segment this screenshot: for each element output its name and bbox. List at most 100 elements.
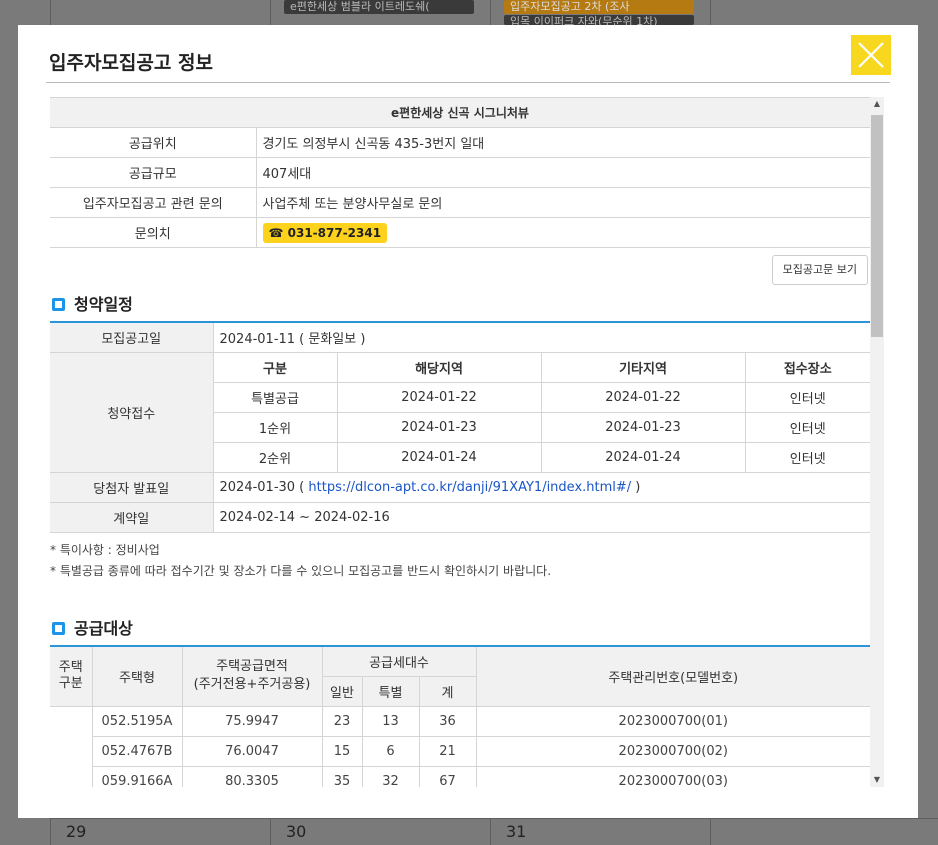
schedule-cell: 2024-01-24 <box>336 441 541 473</box>
supply-header: 주택형 <box>91 645 183 707</box>
apply-label: 청약접수 <box>50 351 214 473</box>
phone-badge[interactable]: ☎ 031-877-2341 <box>262 222 388 243</box>
announce-label: 모집공고일 <box>50 321 214 353</box>
table-row: 모집공고일 2024-01-11 ( 문화일보 ) <box>50 321 870 353</box>
schedule-cell: 2024-01-24 <box>540 441 745 473</box>
schedule-cell: 특별공급 <box>212 381 337 413</box>
winner-date: 2024-01-30 ( <box>219 479 309 495</box>
schedule-cell: 2순위 <box>212 441 337 473</box>
schedule-cell: 2024-01-23 <box>336 411 541 443</box>
schedule-col-header: 구분 <box>212 351 337 383</box>
supply-header: 주택관리번호(모델번호) <box>475 645 870 707</box>
contact-label: 문의치 <box>50 217 257 248</box>
table-row: 당첨자 발표일 2024-01-30 ( https://dlcon-apt.co… <box>50 471 870 503</box>
homepage-link[interactable]: https://dlcon-apt.co.kr/danji/91XAY1/ind… <box>308 480 631 495</box>
schedule-cell: 인터넷 <box>744 381 870 413</box>
calendar-day: 29 <box>66 822 87 841</box>
schedule-col-header: 해당지역 <box>336 351 541 383</box>
calendar-event[interactable]: 입주자모집공고 2차 (조사 <box>504 0 694 14</box>
supply-cell: 67 <box>418 765 477 787</box>
section-square-icon <box>52 298 65 311</box>
supply-header: 계 <box>418 675 476 707</box>
schedule-col-header: 접수장소 <box>744 351 870 383</box>
supply-cell: 35 <box>321 765 363 787</box>
supply-header: 주택 구분 <box>50 645 93 707</box>
info-value: 사업주체 또는 분양사무실로 문의 <box>256 187 870 218</box>
schedule-section-title: 청약일정 <box>52 291 133 315</box>
table-row: 문의치 ☎ 031-877-2341 <box>50 217 870 248</box>
supply-cell: 059.9166A <box>92 765 183 787</box>
note-warning: * 특별공급 종류에 따라 접수기간 및 장소가 다를 수 있으니 모집공고를 … <box>50 564 552 578</box>
supply-group-cell <box>50 705 93 787</box>
contract-value: 2024-02-14 ~ 2024-02-16 <box>213 501 870 533</box>
winner-label: 당첨자 발표일 <box>50 471 214 503</box>
close-icon <box>858 42 884 68</box>
supply-cell: 21 <box>418 735 477 767</box>
modal-title: 입주자모집공고 정보 <box>49 52 213 74</box>
close-button[interactable] <box>851 35 891 75</box>
supply-header: 특별 <box>361 675 420 707</box>
schedule-cell: 2024-01-23 <box>540 411 745 443</box>
supply-cell: 2023000700(02) <box>475 735 870 767</box>
schedule-table: 모집공고일 2024-01-11 ( 문화일보 ) 청약접수 구분 해당지역 기타… <box>50 321 870 533</box>
winner-value: 2024-01-30 ( https://dlcon-apt.co.kr/dan… <box>213 471 870 503</box>
supply-cell: 13 <box>361 705 420 737</box>
schedule-cell: 1순위 <box>212 411 337 443</box>
complex-info-table: e편한세상 신곡 시그니처뷰 공급위치 경기도 의정부시 신곡동 435-3번지 … <box>50 97 870 248</box>
table-row: 주택 구분 주택형 주택공급면적 (주거전용+주거공용) 공급세대수 주택관리번… <box>50 645 870 707</box>
calendar-day: 30 <box>286 822 307 841</box>
table-row: 공급위치 경기도 의정부시 신곡동 435-3번지 일대 <box>50 127 870 158</box>
table-row: 052.5195A 75.9947 23 13 36 2023000700(01) <box>50 705 870 787</box>
info-label: 입주자모집공고 관련 문의 <box>50 187 257 218</box>
complex-name: e편한세상 신곡 시그니처뷰 <box>50 97 870 128</box>
schedule-cell: 인터넷 <box>744 411 870 443</box>
schedule-cell: 2024-01-22 <box>540 381 745 413</box>
info-value: 407세대 <box>256 157 870 188</box>
schedule-cell: 2024-01-22 <box>336 381 541 413</box>
supply-cell: 052.5195A <box>91 705 183 737</box>
winner-suffix: ) <box>631 479 641 495</box>
supply-cell: 15 <box>321 735 363 767</box>
supply-cell: 75.9947 <box>181 705 323 737</box>
table-row: 입주자모집공고 관련 문의 사업주체 또는 분양사무실로 문의 <box>50 187 870 218</box>
info-value: 경기도 의정부시 신곡동 435-3번지 일대 <box>256 127 870 158</box>
supply-header: 주택공급면적 (주거전용+주거공용) <box>181 645 323 707</box>
table-row: 청약접수 구분 해당지역 기타지역 접수장소 <box>50 351 870 473</box>
table-row: 052.4767B 76.0047 15 6 21 2023000700(02) <box>50 735 870 767</box>
supply-cell: 2023000700(03) <box>475 765 870 787</box>
supply-cell: 2023000700(01) <box>475 705 870 737</box>
supply-header: 공급세대수 <box>321 645 477 677</box>
calendar-event[interactable]: 입목 이이퍼크 자와(무순위 1차) <box>504 15 694 25</box>
scroll-up-icon[interactable]: ▲ <box>870 97 884 111</box>
table-row: 공급규모 407세대 <box>50 157 870 188</box>
schedule-col-header: 기타지역 <box>540 351 745 383</box>
contract-label: 계약일 <box>50 501 214 533</box>
calendar-day: 31 <box>506 822 527 841</box>
section-title-text: 공급대상 <box>74 619 133 638</box>
info-label: 공급규모 <box>50 157 257 188</box>
supply-section-title: 공급대상 <box>52 615 133 639</box>
supply-cell: 32 <box>361 765 420 787</box>
section-square-icon <box>52 622 65 635</box>
supply-cell: 36 <box>418 705 477 737</box>
announce-value: 2024-01-11 ( 문화일보 ) <box>213 321 870 353</box>
announcement-modal: 입주자모집공고 정보 e편한세상 신곡 시그니처뷰 공급위치 경기도 의정부시 신… <box>18 25 918 818</box>
note-special: * 특이사항 : 정비사업 <box>50 543 160 557</box>
supply-cell: 80.3305 <box>181 765 323 787</box>
schedule-cell: 인터넷 <box>744 441 870 473</box>
scrollbar[interactable]: ▲ ▼ <box>870 97 884 787</box>
supply-table: 주택 구분 주택형 주택공급면적 (주거전용+주거공용) 공급세대수 주택관리번… <box>50 645 870 787</box>
supply-header: 일반 <box>322 675 363 707</box>
supply-cell: 6 <box>361 735 420 767</box>
table-row: 059.9166A 80.3305 35 32 67 2023000700(03) <box>50 765 870 787</box>
info-label: 공급위치 <box>50 127 257 158</box>
supply-cell: 76.0047 <box>181 735 323 767</box>
table-row: 계약일 2024-02-14 ~ 2024-02-16 <box>50 501 870 533</box>
scrollbar-thumb[interactable] <box>871 115 883 337</box>
view-announcement-button[interactable]: 모집공고문 보기 <box>771 255 868 285</box>
title-divider <box>46 82 890 83</box>
scroll-down-icon[interactable]: ▼ <box>870 773 884 787</box>
calendar-event[interactable]: e편한세상 범블라 이트레도쉐( <box>284 0 474 14</box>
supply-cell: 052.4767B <box>92 735 183 767</box>
modal-scroll-area[interactable]: e편한세상 신곡 시그니처뷰 공급위치 경기도 의정부시 신곡동 435-3번지 … <box>50 97 870 787</box>
